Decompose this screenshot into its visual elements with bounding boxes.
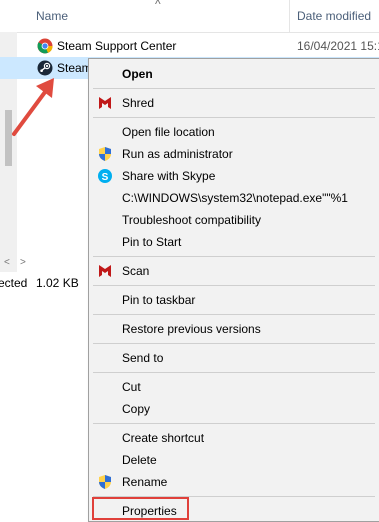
menu-item-run-as-administrator[interactable]: Run as administrator [89, 143, 379, 165]
menu-item-pin-to-start[interactable]: Pin to Start [89, 231, 379, 253]
column-date-modified[interactable]: Date modified [297, 9, 371, 23]
file-date: 16/04/2021 15:1 [297, 39, 379, 53]
scroll-right-icon[interactable]: > [20, 257, 26, 268]
menu-item-label: Send to [122, 351, 164, 365]
menu-item-open[interactable]: Open [89, 63, 379, 85]
menu-item-troubleshoot-compatibility[interactable]: Troubleshoot compatibility [89, 209, 379, 231]
menu-item-label: Pin to taskbar [122, 293, 196, 307]
menu-item-label: Open [122, 67, 153, 81]
menu-item-label: Delete [122, 453, 157, 467]
menu-item-delete[interactable]: Delete [89, 449, 379, 471]
menu-item-label: Run as administrator [122, 147, 233, 161]
sort-arrow-icon[interactable]: ^ [155, 0, 161, 11]
menu-item-share-with-skype[interactable]: S Share with Skype [89, 165, 379, 187]
menu-item-label: Copy [122, 402, 151, 416]
menu-item-rename[interactable]: Rename [89, 471, 379, 493]
menu-item-label: C:\WINDOWS\system32\notepad.exe""%1 [122, 191, 348, 205]
menu-item-send-to[interactable]: Send to [89, 347, 379, 369]
menu-item-pin-to-taskbar[interactable]: Pin to taskbar [89, 289, 379, 311]
red-arrow-icon [12, 78, 54, 136]
menu-item-scan[interactable]: Scan [89, 260, 379, 282]
properties-highlight-box [92, 497, 189, 520]
selected-count-text: ected [0, 276, 28, 290]
menu-separator [93, 423, 375, 424]
mcafee-icon [99, 265, 111, 277]
menu-item-label: Scan [122, 264, 150, 278]
svg-text:S: S [102, 172, 109, 183]
column-name[interactable]: Name [36, 9, 68, 23]
menu-separator [93, 372, 375, 373]
menu-item-label: Share with Skype [122, 169, 216, 183]
uac-shield-icon [99, 475, 111, 489]
menu-item-label: Shred [122, 96, 155, 110]
menu-item-open-file-location[interactable]: Open file location [89, 121, 379, 143]
uac-shield-icon [99, 147, 111, 161]
menu-item-cut[interactable]: Cut [89, 376, 379, 398]
menu-item-label: Cut [122, 380, 141, 394]
status-bar: ected 1.02 KB [0, 276, 79, 290]
menu-separator [93, 343, 375, 344]
scroll-left-icon[interactable]: < [4, 257, 10, 268]
menu-separator [93, 314, 375, 315]
menu-item-label: Troubleshoot compatibility [122, 213, 261, 227]
chrome-icon [37, 38, 53, 54]
menu-item-shred[interactable]: Shred [89, 92, 379, 114]
column-divider[interactable] [289, 0, 290, 32]
menu-item-copy[interactable]: Copy [89, 398, 379, 420]
menu-separator [93, 285, 375, 286]
menu-item-label: Restore previous versions [122, 322, 261, 336]
file-name: Steam [57, 61, 92, 75]
menu-item-restore-previous-versions[interactable]: Restore previous versions [89, 318, 379, 340]
file-name: Steam Support Center [57, 39, 177, 53]
mcafee-icon [99, 97, 111, 109]
menu-item-create-shortcut[interactable]: Create shortcut [89, 427, 379, 449]
file-row-steam-support-center[interactable]: Steam Support Center 16/04/2021 15:1 [0, 35, 379, 57]
horizontal-scrollbar[interactable]: < > [0, 257, 30, 271]
menu-item-label: Rename [122, 475, 168, 489]
menu-separator [93, 256, 375, 257]
menu-item-label: Create shortcut [122, 431, 205, 445]
menu-item-label: Pin to Start [122, 235, 182, 249]
skype-icon: S [98, 169, 112, 183]
menu-item-label: Open file location [122, 125, 215, 139]
selected-size-text: 1.02 KB [36, 276, 79, 290]
menu-separator [93, 88, 375, 89]
context-menu: Open Shred Open file location Run as adm… [88, 58, 379, 522]
menu-separator [93, 117, 375, 118]
menu-item-open-with-notepad[interactable]: C:\WINDOWS\system32\notepad.exe""%1 [89, 187, 379, 209]
column-header: ^ Name Date modified [0, 0, 379, 33]
